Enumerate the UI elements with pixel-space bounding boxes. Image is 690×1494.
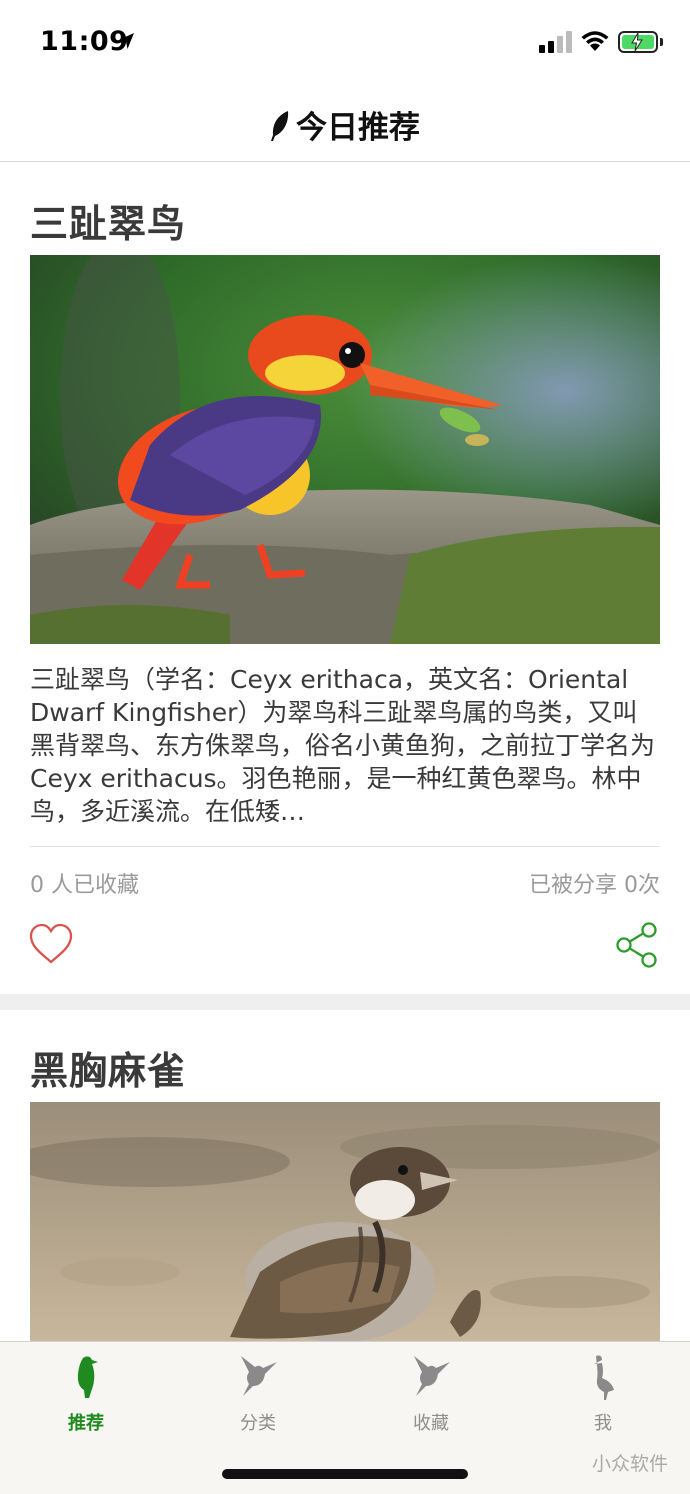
tab-me[interactable]: 我 (517, 1342, 689, 1442)
bird-title: 黑胸麻雀 (30, 1049, 187, 1093)
bird-card[interactable]: 三趾翠鸟 三趾翠鸟（学名：Ceyx erithaca，英文名：Oriental … (0, 163, 690, 994)
bird-title: 三趾翠鸟 (30, 202, 187, 246)
card-separator (0, 994, 690, 1010)
tab-label: 收藏 (413, 1413, 449, 1434)
heart-icon[interactable] (28, 923, 74, 965)
location-arrow-icon (119, 33, 134, 49)
status-time: 11:09 (40, 26, 129, 57)
battery-charging-icon (618, 31, 658, 53)
share-icon[interactable] (614, 921, 660, 969)
favorite-count: 0 人已收藏 (30, 873, 139, 898)
nav-bar: 今日推荐 (0, 84, 690, 162)
watermark: 小众软件 (591, 1453, 668, 1475)
sparrow-photo[interactable] (30, 1102, 660, 1342)
wifi-icon (581, 31, 609, 51)
signal-icon (539, 31, 573, 53)
status-bar: 11:09 (0, 0, 690, 84)
tab-label: 分类 (240, 1413, 276, 1434)
home-indicator[interactable] (222, 1469, 468, 1479)
nav-title-row: 今日推荐 (0, 102, 690, 147)
share-count: 已被分享 0次 (529, 873, 660, 898)
bird-description: 三趾翠鸟（学名：Ceyx erithaca，英文名：Oriental Dwarf… (30, 665, 656, 826)
kingfisher-photo[interactable] (30, 255, 660, 644)
bird-standing-icon (77, 1356, 98, 1398)
heron-icon (594, 1355, 614, 1400)
tab-recommend[interactable]: 推荐 (0, 1342, 172, 1442)
feather-icon (271, 111, 289, 141)
bird-card[interactable]: 黑胸麻雀 (0, 1010, 690, 1350)
tab-label: 推荐 (68, 1413, 104, 1434)
page-title: 今日推荐 (296, 110, 420, 146)
tab-category[interactable]: 分类 (172, 1342, 344, 1442)
hummingbird-icon (241, 1356, 277, 1396)
divider (30, 846, 660, 847)
hummingbird-icon (414, 1356, 450, 1396)
tab-favorites[interactable]: 收藏 (345, 1342, 517, 1442)
battery-cap (660, 38, 663, 46)
tab-label: 我 (594, 1413, 612, 1434)
